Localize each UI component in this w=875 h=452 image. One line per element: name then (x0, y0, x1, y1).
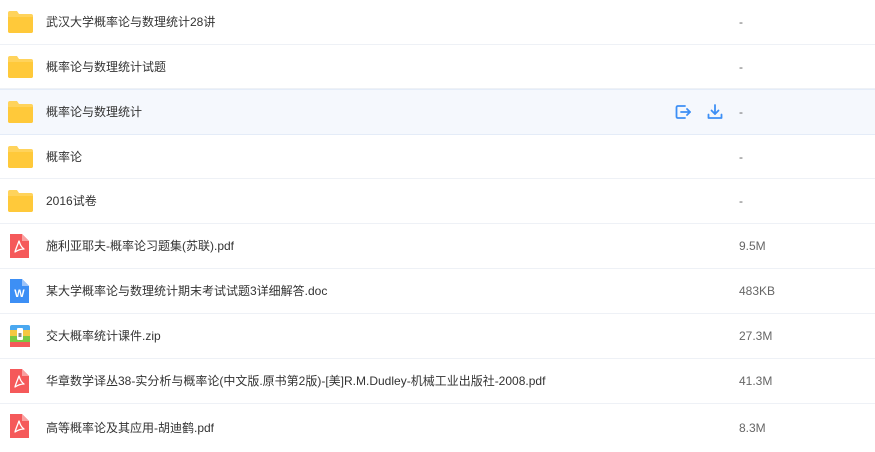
pdf-file-icon (7, 234, 34, 258)
file-row[interactable]: 高等概率论及其应用-胡迪鹤.pdf 8.3M (0, 404, 875, 441)
file-row[interactable]: 交大概率统计课件.zip 27.3M (0, 314, 875, 359)
file-size: 41.3M (739, 374, 773, 388)
file-row-hovered[interactable]: 概率论与数理统计 - (0, 89, 875, 135)
file-size: 8.3M (739, 421, 766, 435)
file-name[interactable]: 概率论与数理统计 (46, 90, 142, 134)
file-size: 9.5M (739, 239, 766, 253)
word-doc-icon: W (7, 279, 34, 303)
folder-icon (7, 55, 34, 79)
file-name[interactable]: 交大概率统计课件.zip (46, 314, 161, 358)
file-name[interactable]: 概率论 (46, 135, 82, 179)
share-icon[interactable] (674, 103, 692, 121)
file-size: - (739, 150, 743, 164)
file-size: - (739, 60, 743, 74)
file-size: - (739, 105, 743, 119)
file-name[interactable]: 2016试卷 (46, 179, 97, 223)
file-row[interactable]: 2016试卷 - (0, 179, 875, 224)
folder-icon (7, 189, 34, 213)
download-icon[interactable] (706, 103, 724, 121)
file-name[interactable]: 概率论与数理统计试题 (46, 45, 166, 89)
svg-text:W: W (14, 288, 25, 300)
folder-icon (7, 100, 34, 124)
file-name[interactable]: 施利亚耶夫-概率论习题集(苏联).pdf (46, 224, 234, 268)
file-row[interactable]: 概率论 - (0, 135, 875, 179)
folder-icon (7, 10, 34, 34)
zip-archive-icon (7, 324, 34, 348)
file-name[interactable]: 华章数学译丛38-实分析与概率论(中文版.原书第2版)-[美]R.M.Dudle… (46, 359, 545, 403)
pdf-file-icon (7, 414, 34, 438)
file-name[interactable]: 高等概率论及其应用-胡迪鹤.pdf (46, 404, 214, 452)
folder-icon (7, 145, 34, 169)
file-name[interactable]: 武汉大学概率论与数理统计28讲 (46, 0, 215, 44)
file-row[interactable]: 施利亚耶夫-概率论习题集(苏联).pdf 9.5M (0, 224, 875, 269)
file-size: 27.3M (739, 329, 773, 343)
file-name[interactable]: 某大学概率论与数理统计期末考试试题3详细解答.doc (46, 269, 327, 313)
pdf-file-icon (7, 369, 34, 393)
file-row[interactable]: 武汉大学概率论与数理统计28讲 - (0, 0, 875, 45)
file-row[interactable]: 华章数学译丛38-实分析与概率论(中文版.原书第2版)-[美]R.M.Dudle… (0, 359, 875, 404)
file-size: 483KB (739, 284, 776, 298)
file-size: - (739, 194, 743, 208)
file-row[interactable]: 概率论与数理统计试题 - (0, 45, 875, 89)
file-size: - (739, 15, 743, 29)
file-row[interactable]: W 某大学概率论与数理统计期末考试试题3详细解答.doc 483KB (0, 269, 875, 314)
file-list: 武汉大学概率论与数理统计28讲 - 概率论与数理统计试题 - 概率论与数理统计 (0, 0, 875, 441)
